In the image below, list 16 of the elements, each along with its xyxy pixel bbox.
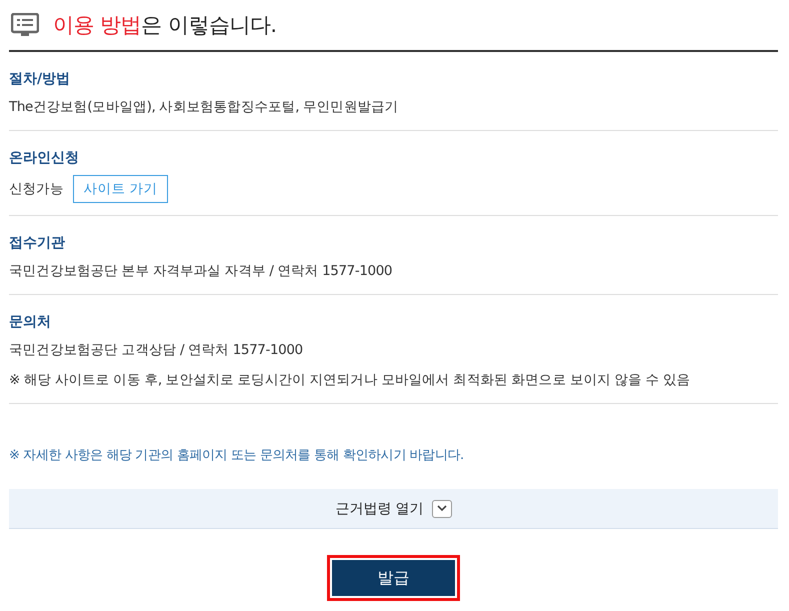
section-label: 접수기관	[9, 234, 66, 252]
law-toggle-label: 근거법령 열기	[335, 500, 424, 518]
page-title: 이용 방법은 이렇습니다.	[53, 12, 277, 39]
section-text: The건강보험(모바일앱), 사회보험통합징수포털, 무인민원발급기	[9, 98, 400, 117]
notice-text: ※ 자세한 사항은 해당 기관의 홈페이지 또는 문의처를 통해 확인하시기 바랍니다.	[9, 447, 465, 464]
section-label: 온라인신청	[9, 149, 80, 167]
section-text: 국민건강보험공단 본부 자격부과실 자격부 / 연락처 1577-1000	[9, 262, 394, 281]
section-text: ※ 해당 사이트로 이동 후, 보안설치로 로딩시간이 지연되거나 모바일에서 최적화된 화면으로 보이지 않을 수 있음	[9, 371, 692, 390]
section-text: 국민건강보험공단 고객상담 / 연락처 1577-1000	[9, 341, 304, 360]
section-text: 신청가능	[9, 180, 64, 199]
section-label: 문의처	[9, 313, 52, 331]
monitor-icon	[11, 13, 39, 37]
expand-toggle-button[interactable]	[432, 500, 452, 518]
section-label: 절차/방법	[9, 70, 72, 88]
issue-button[interactable]: 발급	[332, 560, 455, 596]
chevron-icon	[436, 505, 447, 512]
